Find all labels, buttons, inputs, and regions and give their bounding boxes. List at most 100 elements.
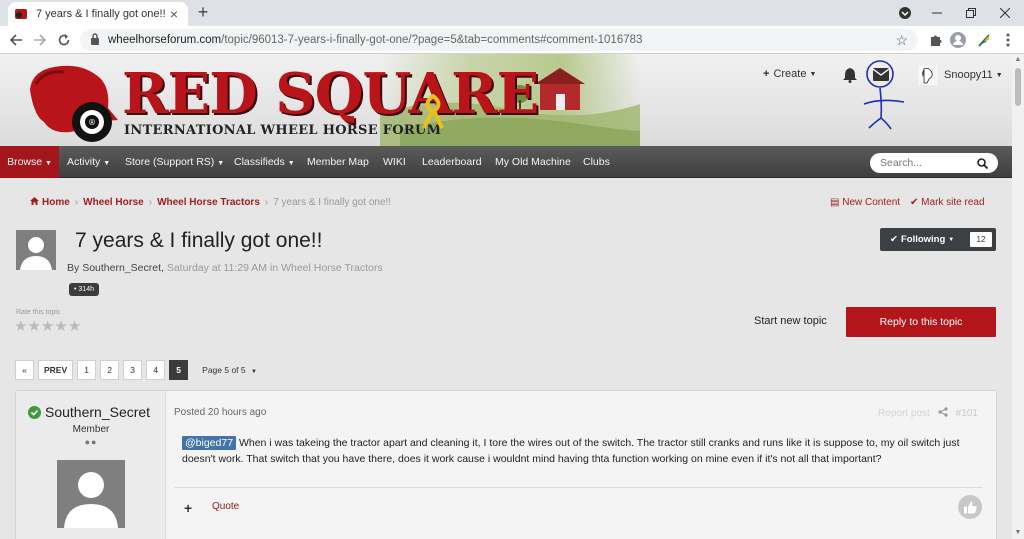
address-bar[interactable]: wheelhorseforum.com/topic/96013-7-years-… (80, 29, 918, 51)
share-icon[interactable] (938, 407, 948, 420)
snoopy-avatar-icon (918, 65, 938, 85)
nav-store-label: Store (Support RS) (125, 156, 215, 168)
logo-subtitle: INTERNATIONAL WHEEL HORSE FORUM (124, 123, 442, 138)
rating-stars[interactable]: ★★★★★ (14, 317, 81, 335)
breadcrumb-separator-icon: › (264, 197, 269, 208)
page-title: 7 years & I finally got one!! (75, 229, 323, 252)
follower-count: 12 (970, 232, 992, 247)
main-navigation: Browse ▼ Activity ▼ Store (Support RS) ▼… (0, 146, 1012, 178)
quote-button[interactable]: Quote (212, 501, 239, 512)
extensions-puzzle-icon[interactable] (928, 32, 944, 48)
breadcrumb-separator-icon: › (148, 197, 153, 208)
reply-button[interactable]: Reply to this topic (846, 307, 996, 337)
page-button[interactable]: 3 (123, 360, 143, 380)
post-author-rank: Member (72, 424, 110, 435)
scroll-down-arrow-icon[interactable]: ▼ (1012, 527, 1024, 539)
minimize-icon[interactable] (920, 0, 954, 26)
lock-icon[interactable] (90, 32, 100, 48)
new-tab-icon[interactable]: + (194, 3, 212, 23)
extension-feather-icon[interactable] (976, 32, 992, 48)
star-icon[interactable]: ★ (27, 318, 40, 335)
star-icon[interactable]: ★ (14, 318, 27, 335)
restore-icon[interactable] (954, 0, 988, 26)
forward-arrow-icon[interactable] (30, 30, 50, 50)
topic-date: Saturday at 11:29 AM (166, 262, 268, 274)
close-tab-icon[interactable]: × (166, 6, 182, 22)
nav-my-old-machine[interactable]: My Old Machine (495, 146, 571, 178)
page-jump-dropdown[interactable]: Page 5 of 5 ▼ (202, 360, 257, 380)
search-icon[interactable] (977, 157, 988, 169)
page-button[interactable]: 4 (146, 360, 166, 380)
username: Snoopy11 (944, 69, 993, 81)
topic-author-link[interactable]: Southern_Secret (82, 262, 161, 274)
nav-leaderboard[interactable]: Leaderboard (422, 146, 482, 178)
caret-down-icon: ▼ (995, 71, 1003, 79)
nav-clubs[interactable]: Clubs (583, 146, 610, 178)
account-avatar-icon[interactable] (950, 32, 966, 48)
following-label: Following (900, 234, 946, 245)
back-arrow-icon[interactable] (6, 30, 26, 50)
topic-tag[interactable]: • 314h (69, 283, 99, 296)
like-thumbs-up-icon[interactable] (958, 495, 982, 519)
page-button[interactable]: 1 (77, 360, 97, 380)
star-icon[interactable]: ★ (54, 318, 67, 335)
star-icon[interactable]: ★ (68, 318, 81, 335)
following-button[interactable]: ✔ Following ▼ 12 (880, 228, 996, 251)
current-page-button[interactable]: 5 (169, 360, 189, 380)
close-window-icon[interactable] (988, 0, 1022, 26)
caret-down-icon: ▼ (103, 160, 111, 167)
search-input[interactable] (880, 157, 970, 169)
reload-icon[interactable] (54, 30, 74, 50)
post-author-avatar[interactable] (57, 460, 125, 528)
post-number[interactable]: #101 (956, 408, 978, 419)
rate-topic-label: Rate this topic (16, 309, 61, 316)
svg-text:®: ® (88, 118, 96, 127)
scroll-up-arrow-icon[interactable]: ▲ (1012, 54, 1024, 66)
site-logo[interactable]: ® RED SQUARE INTERNATIONAL WHEEL HORSE F… (0, 54, 640, 146)
nav-browse[interactable]: Browse ▼ (0, 146, 59, 178)
nav-member-map[interactable]: Member Map (307, 146, 369, 178)
breadcrumb: Home › Wheel Horse › Wheel Horse Tractor… (30, 197, 391, 208)
breadcrumb-wheel-horse[interactable]: Wheel Horse (83, 197, 144, 208)
multiquote-plus-icon[interactable]: + (184, 500, 192, 516)
site-header: ® RED SQUARE INTERNATIONAL WHEEL HORSE F… (0, 54, 1012, 146)
checkmark-icon: ✔ (910, 197, 919, 208)
browser-tab-strip: 7 years & I finally got one!! - Pag × + (0, 0, 1024, 26)
search-box[interactable] (870, 153, 998, 173)
breadcrumb-wheel-horse-tractors[interactable]: Wheel Horse Tractors (157, 197, 260, 208)
horse-head-logo-icon: ® (30, 65, 118, 142)
report-post-link[interactable]: Report post (878, 408, 930, 419)
profile-menu-icon[interactable] (888, 0, 922, 26)
nav-classifieds-label: Classifieds (234, 156, 285, 168)
page-scrollbar[interactable]: ▲ ▼ (1012, 54, 1024, 539)
star-icon[interactable]: ★ (41, 318, 54, 335)
browser-menu-icon[interactable] (1000, 32, 1016, 48)
prev-page-button[interactable]: PREV (38, 360, 74, 380)
page-button[interactable]: 2 (100, 360, 120, 380)
tab-title: 7 years & I finally got one!! - Pag (36, 8, 166, 20)
new-content-link[interactable]: ▤ New Content (830, 197, 900, 208)
user-account-menu[interactable]: Snoopy11 ▼ (918, 65, 1003, 85)
scrollbar-thumb[interactable] (1015, 68, 1021, 106)
nav-wiki[interactable]: WIKI (383, 146, 406, 178)
breadcrumb-home[interactable]: Home (42, 197, 70, 208)
new-content-label: New Content (842, 197, 901, 208)
pagination: « PREV 1 2 3 4 5 Page 5 of 5 ▼ (15, 360, 257, 380)
topic-author-avatar[interactable] (16, 230, 56, 270)
first-page-button[interactable]: « (15, 360, 34, 380)
create-menu[interactable]: + Create ▼ (763, 68, 816, 80)
nav-activity[interactable]: Activity ▼ (67, 146, 110, 178)
topic-forum-link[interactable]: Wheel Horse Tractors (281, 262, 383, 274)
post-card: Southern_Secret Member ●● Posted 20 hour… (15, 390, 997, 539)
browser-tab[interactable]: 7 years & I finally got one!! - Pag × (8, 2, 188, 26)
mark-site-read-link[interactable]: ✔ Mark site read (910, 197, 985, 208)
post-date: Posted 20 hours ago (174, 407, 267, 418)
user-mention[interactable]: @biged77 (182, 436, 237, 450)
nav-store[interactable]: Store (Support RS) ▼ (125, 146, 224, 178)
start-new-topic-link[interactable]: Start new topic (754, 315, 827, 327)
notifications-bell-icon[interactable] (843, 67, 857, 83)
url-text[interactable]: wheelhorseforum.com/topic/96013-7-years-… (108, 34, 895, 46)
nav-classifieds[interactable]: Classifieds ▼ (234, 146, 295, 178)
bookmark-star-icon[interactable]: ☆ (895, 32, 908, 49)
post-author[interactable]: Southern_Secret (28, 404, 150, 420)
